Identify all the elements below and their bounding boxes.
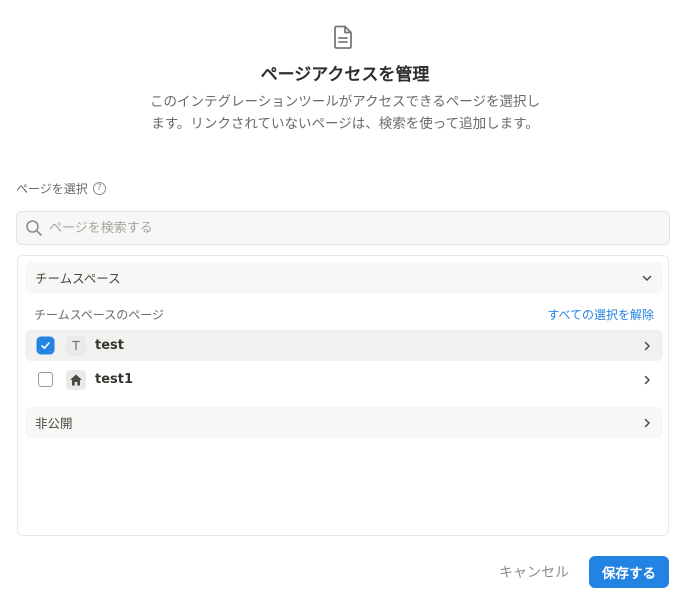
chevron-right-icon [644,418,650,427]
search-box[interactable] [16,211,670,245]
page-checkbox-test1[interactable] [38,372,53,387]
search-input[interactable] [49,220,629,236]
teamspace-pages-header: チームスペースのページ すべての選択を解除 [34,306,654,323]
page-letter-icon: T [66,335,86,356]
teamspace-label: チームスペース [35,271,121,286]
chevron-right-icon[interactable] [641,374,653,386]
home-icon [66,369,86,390]
dialog-title: ページアクセスを管理 [260,65,430,85]
page-row-test[interactable]: T test [25,330,663,361]
document-icon [334,25,352,49]
select-pages-label: ページを選択 [16,181,88,196]
page-checkbox-test[interactable] [38,338,53,353]
private-label: 非公開 [35,416,73,431]
teamspace-pages-title: チームスペースのページ [34,308,164,322]
pages-panel: チームスペース チームスペースのページ すべての選択を解除 T test tes… [17,255,669,536]
page-row-test1[interactable]: test1 [25,364,663,395]
dialog-footer: キャンセル 保存する [499,556,669,588]
deselect-all-link[interactable]: すべての選択を解除 [547,306,654,323]
teamspace-section-toggle[interactable]: チームスペース [25,262,663,293]
checkbox-fill [39,339,52,352]
check-icon [41,342,50,349]
private-section-toggle[interactable]: 非公開 [25,407,663,438]
chevron-right-icon[interactable] [641,340,653,352]
cancel-button[interactable]: キャンセル [499,562,569,582]
dialog-description: このインテグレーションツールがアクセスできるページを選択します。リンクされていな… [150,94,541,132]
select-pages-label-row: ページを選択 ? [16,179,106,197]
search-icon [26,220,42,236]
save-button[interactable]: 保存する [589,556,669,588]
question-circle-icon[interactable]: ? [92,181,106,195]
page-name-test: test [95,338,124,353]
chevron-down-icon [642,275,652,281]
page-name-test1: test1 [95,372,134,387]
